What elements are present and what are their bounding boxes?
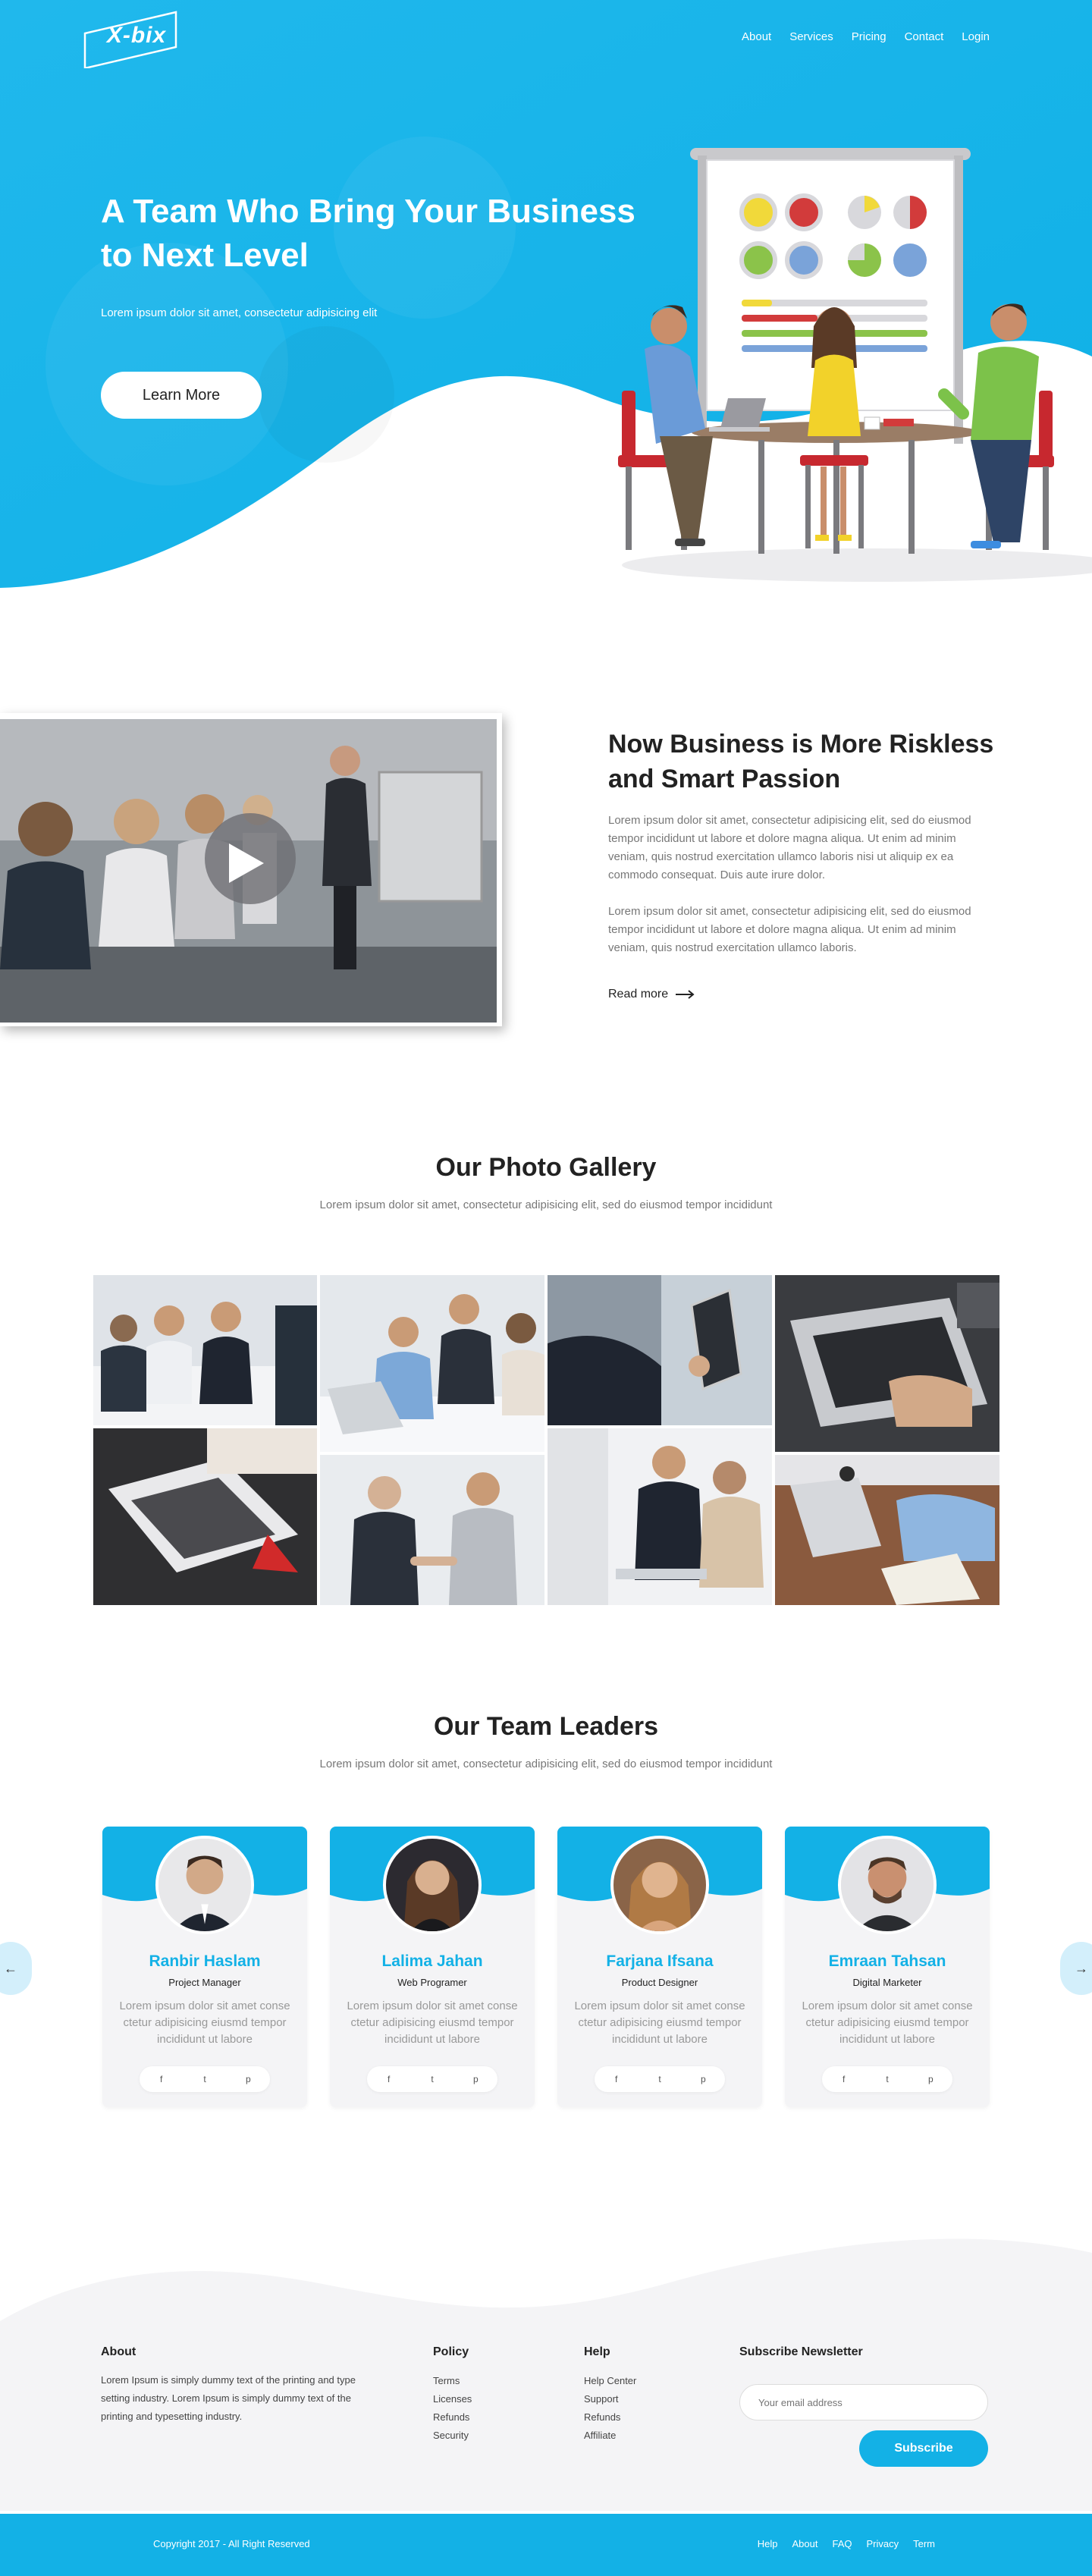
team-meeting-illustration — [618, 148, 1054, 554]
nav-login[interactable]: Login — [962, 30, 990, 43]
about-title-line1: Now Business is More Riskless — [608, 730, 994, 759]
footer-link-licenses[interactable]: Licenses — [433, 2390, 472, 2408]
footer-policy-heading: Policy — [433, 2345, 469, 2358]
nav-links: About Services Pricing Contact Login — [742, 30, 990, 43]
member-role: Project Manager — [168, 1977, 241, 1988]
nav-contact[interactable]: Contact — [905, 30, 944, 43]
bottom-links: Help About FAQ Privacy Term — [758, 2538, 935, 2549]
twitter-icon[interactable]: t — [876, 2074, 899, 2084]
newsletter-email-input[interactable] — [739, 2384, 988, 2420]
twitter-icon[interactable]: t — [648, 2074, 671, 2084]
gallery-photo-coworkers-laptop[interactable] — [548, 1428, 772, 1605]
team-subtitle: Lorem ipsum dolor sit amet, consectetur … — [319, 1758, 773, 1770]
pinterest-icon[interactable]: p — [237, 2074, 259, 2084]
nav-pricing[interactable]: Pricing — [852, 30, 886, 43]
gallery-photo-typing-laptop[interactable] — [775, 1275, 999, 1452]
hero-subtitle: Lorem ipsum dolor sit amet, consectetur … — [101, 306, 378, 319]
facebook-icon[interactable]: f — [378, 2074, 400, 2084]
bottom-link-term[interactable]: Term — [913, 2538, 935, 2549]
bottom-link-faq[interactable]: FAQ — [832, 2538, 852, 2549]
social-links: f t p — [367, 2066, 497, 2092]
footer-link-terms[interactable]: Terms — [433, 2372, 472, 2390]
member-desc: Lorem ipsum dolor sit amet conse ctetur … — [347, 2000, 518, 2046]
bottom-link-privacy[interactable]: Privacy — [866, 2538, 899, 2549]
pinterest-icon[interactable]: p — [919, 2074, 942, 2084]
avatar — [383, 1836, 482, 1934]
bottom-link-about[interactable]: About — [792, 2538, 817, 2549]
team-card: Farjana Ifsana Product Designer Lorem ip… — [557, 1827, 762, 2107]
logo-text[interactable]: X-bix — [99, 23, 174, 49]
hero-title-line1: A Team Who Bring Your Business — [101, 193, 635, 230]
play-icon[interactable] — [229, 843, 264, 883]
facebook-icon[interactable]: f — [833, 2074, 855, 2084]
social-links: f t p — [595, 2066, 725, 2092]
nav-about[interactable]: About — [742, 30, 771, 43]
member-desc: Lorem ipsum dolor sit amet conse ctetur … — [802, 2000, 973, 2046]
gallery-photo-laptop-desk[interactable] — [93, 1428, 317, 1605]
team-card: Emraan Tahsan Digital Marketer Lorem ips… — [785, 1827, 990, 2107]
footer-link-help-center[interactable]: Help Center — [584, 2372, 636, 2390]
footer-about-text: Lorem Ipsum is simply dummy text of the … — [101, 2374, 356, 2422]
member-desc: Lorem ipsum dolor sit amet conse ctetur … — [119, 2000, 290, 2046]
footer-help-list: Help Center Support Refunds Affiliate — [584, 2372, 636, 2445]
avatar — [838, 1836, 937, 1934]
hero-section: X-bix About Services Pricing Contact Log… — [0, 0, 1092, 607]
learn-more-button[interactable]: Learn More — [101, 372, 262, 419]
team-title: Our Team Leaders — [433, 1712, 659, 1741]
avatar — [155, 1836, 254, 1934]
read-more-label: Read more — [608, 988, 669, 1001]
gallery-photo-team-meeting[interactable] — [93, 1275, 317, 1425]
gallery-photo-handshake[interactable] — [320, 1455, 544, 1605]
member-name: Lalima Jahan — [381, 1952, 483, 1970]
member-role: Digital Marketer — [852, 1977, 922, 1988]
team-next-arrow[interactable]: → — [1060, 1942, 1092, 1995]
about-paragraph-2: Lorem ipsum dolor sit amet, consectetur … — [608, 905, 971, 954]
footer-help-heading: Help — [584, 2345, 610, 2358]
footer-link-refunds[interactable]: Refunds — [584, 2408, 636, 2427]
bottom-bar: Copyright 2017 - All Right Reserved Help… — [0, 2514, 1092, 2576]
footer-about-heading: About — [101, 2345, 136, 2358]
arrow-right-icon — [676, 990, 695, 999]
footer-link-refunds[interactable]: Refunds — [433, 2408, 472, 2427]
member-name: Emraan Tahsan — [828, 1952, 946, 1970]
footer-link-security[interactable]: Security — [433, 2427, 472, 2445]
member-name: Farjana Ifsana — [606, 1952, 714, 1970]
top-nav: X-bix About Services Pricing Contact Log… — [0, 0, 1092, 76]
gallery-photo-office-team[interactable] — [320, 1275, 544, 1452]
pinterest-icon[interactable]: p — [464, 2074, 487, 2084]
about-paragraph-1: Lorem ipsum dolor sit amet, consectetur … — [608, 814, 971, 881]
bottom-link-help[interactable]: Help — [758, 2538, 778, 2549]
footer-link-affiliate[interactable]: Affiliate — [584, 2427, 636, 2445]
about-title: Now Business is More Riskless and Smart … — [608, 727, 1003, 796]
read-more-link[interactable]: Read more — [608, 988, 695, 1001]
gallery-photo-workspace[interactable] — [775, 1455, 999, 1605]
team-prev-arrow[interactable]: ← — [0, 1942, 32, 1995]
gallery-subtitle: Lorem ipsum dolor sit amet, consectetur … — [319, 1198, 773, 1211]
copyright-text: Copyright 2017 - All Right Reserved — [153, 2538, 310, 2549]
member-name: Ranbir Haslam — [149, 1952, 261, 1970]
social-links: f t p — [140, 2066, 270, 2092]
twitter-icon[interactable]: t — [421, 2074, 444, 2084]
footer-policy-list: Terms Licenses Refunds Security — [433, 2372, 472, 2445]
footer-link-support[interactable]: Support — [584, 2390, 636, 2408]
member-role: Web Programer — [397, 1977, 467, 1988]
social-links: f t p — [822, 2066, 952, 2092]
gallery-title: Our Photo Gallery — [435, 1153, 657, 1182]
team-card: Lalima Jahan Web Programer Lorem ipsum d… — [330, 1827, 535, 2107]
facebook-icon[interactable]: f — [605, 2074, 628, 2084]
hero-title-line2: to Next Level — [101, 237, 309, 274]
twitter-icon[interactable]: t — [193, 2074, 216, 2084]
member-role: Product Designer — [621, 1977, 698, 1988]
about-title-line2: and Smart Passion — [608, 765, 841, 793]
member-desc: Lorem ipsum dolor sit amet conse ctetur … — [574, 2000, 745, 2046]
avatar — [610, 1836, 709, 1934]
pinterest-icon[interactable]: p — [692, 2074, 714, 2084]
team-card: Ranbir Haslam Project Manager Lorem ipsu… — [102, 1827, 307, 2107]
gallery-photo-tablet-hands[interactable] — [548, 1275, 772, 1425]
subscribe-button[interactable]: Subscribe — [859, 2430, 988, 2467]
nav-services[interactable]: Services — [789, 30, 833, 43]
facebook-icon[interactable]: f — [150, 2074, 173, 2084]
newsletter-heading: Subscribe Newsletter — [739, 2345, 863, 2358]
